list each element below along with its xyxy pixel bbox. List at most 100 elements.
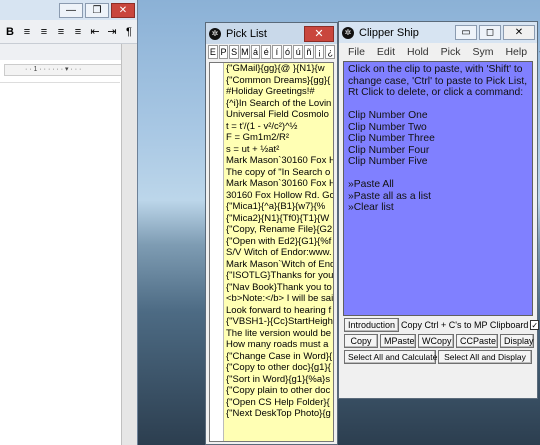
pick-list-box[interactable]: {"GMail}{gg}{@ }{N1}{w {"Common Dreams}{g… — [209, 62, 334, 442]
copy-ctrl-c-label: Copy Ctrl + C's to MP Clipboard — [401, 320, 529, 330]
clip-list-area[interactable]: Click on the clip to paste, with 'Shift'… — [343, 61, 533, 316]
mpaste-button[interactable]: MPaste — [380, 334, 416, 348]
instruction-text: Rt Click to delete, or click a command: — [348, 87, 524, 98]
pick-list-item[interactable]: {"GMail}{gg}{@ }{N1}{w — [226, 63, 333, 75]
pick-list-title: Pick List — [226, 27, 267, 40]
pick-list-item[interactable]: <b>Note:</b> I will be sai — [226, 293, 333, 305]
command-link[interactable]: »Paste all as a list — [348, 191, 528, 203]
introduction-button[interactable]: Introduction — [344, 318, 400, 332]
pick-list-item[interactable]: {"Common Dreams}{gg}{ — [226, 75, 333, 87]
char-button[interactable]: ¿ — [325, 45, 336, 59]
char-button[interactable]: á — [250, 45, 261, 59]
align-right-icon[interactable]: ≡ — [54, 24, 68, 40]
justify-icon[interactable]: ≡ — [71, 24, 85, 40]
pick-list-item[interactable]: Mark Mason`30160 Fox H — [226, 155, 333, 167]
pick-list-item[interactable]: {"Sort in Word}{g1}{%a}s — [226, 374, 333, 386]
pick-list-item[interactable]: {"ISOTLG}Thanks for you — [226, 270, 333, 282]
pick-list-item[interactable]: {"Copy, Rename File}{G2 — [226, 224, 333, 236]
pick-list-item[interactable]: Look forward to hearing f — [226, 305, 333, 317]
paragraph-icon[interactable]: ¶ — [122, 24, 136, 40]
pick-list-item[interactable]: The lite version would be — [226, 328, 333, 340]
pick-list-item[interactable]: {"Open with Ed2}{G1}{%f — [226, 236, 333, 248]
outdent-icon[interactable]: ⇤ — [88, 24, 102, 40]
menu-item[interactable]: File — [348, 46, 365, 58]
maximize-button[interactable]: ◻ — [479, 25, 501, 40]
pick-list-item[interactable]: {"Mica1}{^a}{B1}{w7}{% — [226, 201, 333, 213]
pick-list-item[interactable]: 30160 Fox Hollow Rd. Go — [226, 190, 333, 202]
special-character-bar: E P S Má é í ó ú ñ ¡ ¿ — [206, 45, 337, 61]
pick-list-titlebar[interactable]: ✲ Pick List ✕ — [206, 23, 337, 44]
pick-list-item[interactable]: {^i}In Search of the Lovin — [226, 98, 333, 110]
indent-icon[interactable]: ⇥ — [105, 24, 119, 40]
pick-list-item[interactable]: The copy of "In Search o — [226, 167, 333, 179]
pick-list-items: {"GMail}{gg}{@ }{N1}{w {"Common Dreams}{g… — [224, 63, 333, 441]
pick-list-item[interactable]: {"VBSH1-}{Cc}StartHeigh — [226, 316, 333, 328]
menu-item[interactable]: Hold — [407, 46, 429, 58]
char-button[interactable]: M — [240, 45, 250, 59]
vertical-scrollbar[interactable] — [121, 44, 137, 445]
desktop-background: — ❐ ✕ B ≡ ≡ ≡ ≡ ⇤ ⇥ ¶ × · · 1 · · · · · … — [0, 0, 540, 445]
clip-item[interactable]: Clip Number Five — [348, 156, 528, 168]
pick-list-item[interactable]: {"Nav Book}Thank you to — [226, 282, 333, 294]
pick-list-item[interactable]: {"Copy to other doc}{g1}{ — [226, 362, 333, 374]
pick-list-item[interactable]: {"Open CS Help Folder}{ — [226, 397, 333, 409]
command-link[interactable]: »Clear list — [348, 202, 528, 214]
close-button[interactable]: ✕ — [503, 25, 535, 40]
copy-button[interactable]: Copy — [344, 334, 378, 348]
char-button[interactable]: P — [218, 45, 229, 59]
pick-list-item[interactable]: {"Change Case in Word}{ — [226, 351, 333, 363]
menu-item[interactable]: Pick — [441, 46, 461, 58]
clip-item[interactable]: Clip Number One — [348, 110, 528, 122]
select-all-calculate-button[interactable]: Select All and Calculate — [344, 350, 437, 364]
command-link[interactable]: »Paste All — [348, 179, 528, 191]
control-panel: Introduction Copy Ctrl + C's to MP Clipb… — [344, 318, 540, 366]
char-button[interactable]: S — [229, 45, 240, 59]
minimize-button[interactable]: — — [59, 2, 83, 18]
pick-list-item[interactable]: t = t'/(1 - v²/c²)^½ — [226, 121, 333, 133]
bold-button[interactable]: B — [3, 24, 17, 40]
pick-list-item[interactable]: Universal Field Cosmolo — [226, 109, 333, 121]
char-button[interactable]: ó — [282, 45, 293, 59]
pick-list-item[interactable]: {"Copy plain to other doc — [226, 385, 333, 397]
minimize-button[interactable]: ▭ — [455, 25, 477, 40]
clipper-ship-title: Clipper Ship — [359, 26, 419, 39]
pick-list-item[interactable]: #Holiday Greetings!# — [226, 86, 333, 98]
clip-item[interactable]: Clip Number Three — [348, 133, 528, 145]
char-button[interactable]: ¡ — [314, 45, 325, 59]
document-page[interactable] — [0, 82, 120, 445]
pick-list-item[interactable]: {"Next DeskTop Photo}{g — [226, 408, 333, 420]
char-button[interactable]: E — [208, 45, 218, 59]
menu-item[interactable]: Help — [505, 46, 527, 58]
pick-list-item[interactable]: {"Mica2}{N1}{Tf0}{T1}{W — [226, 213, 333, 225]
clip-item[interactable]: Clip Number Four — [348, 145, 528, 157]
pick-list-item[interactable]: Mark Mason`30160 Fox H — [226, 178, 333, 190]
pick-list-item[interactable]: How many roads must a — [226, 339, 333, 351]
char-button[interactable]: ú — [293, 45, 304, 59]
select-all-display-button[interactable]: Select All and Display — [438, 350, 532, 364]
ccpaste-button[interactable]: CCPaste — [456, 334, 498, 348]
clipper-ship-window: ✲ Clipper Ship ▭ ◻ ✕ File Edit Hold Pick Sym… — [338, 21, 540, 399]
pick-list-item[interactable]: s = ut + ½at² — [226, 144, 333, 156]
instruction-text: Click on the clip to paste, with 'Shift'… — [348, 64, 523, 75]
align-center-icon[interactable]: ≡ — [37, 24, 51, 40]
display-button[interactable]: Display — [500, 334, 534, 348]
wcopy-button[interactable]: WCopy — [418, 334, 454, 348]
pick-list-item[interactable]: F = Gm1m2/R² — [226, 132, 333, 144]
mp-clipboard-checkbox[interactable]: ✓ — [530, 320, 540, 330]
pick-list-item[interactable]: S/V Witch of Endor:www. — [226, 247, 333, 259]
pick-list-close-button[interactable]: ✕ — [304, 25, 334, 42]
char-button[interactable]: ñ — [304, 45, 314, 59]
close-button[interactable]: ✕ — [111, 2, 135, 18]
pick-list-window: ✲ Pick List ✕ E P S Má é í ó ú ñ ¡ ¿ {"GMail}{gg}{… — [205, 22, 338, 445]
restore-button[interactable]: ❐ — [85, 2, 109, 18]
char-button[interactable]: é — [261, 45, 272, 59]
pick-list-item[interactable]: Mark Mason`Witch of End — [226, 259, 333, 271]
char-button[interactable]: í — [272, 45, 282, 59]
word-titlebar: — ❐ ✕ — [0, 0, 137, 20]
ruler: · · 1 · · · · · · ▾ · · · — [4, 64, 133, 76]
align-left-icon[interactable]: ≡ — [20, 24, 34, 40]
menu-item[interactable]: Edit — [377, 46, 395, 58]
clip-item[interactable]: Clip Number Two — [348, 122, 528, 134]
menu-item[interactable]: Sym — [472, 46, 493, 58]
clipper-ship-titlebar[interactable]: ✲ Clipper Ship ▭ ◻ ✕ — [339, 22, 537, 43]
